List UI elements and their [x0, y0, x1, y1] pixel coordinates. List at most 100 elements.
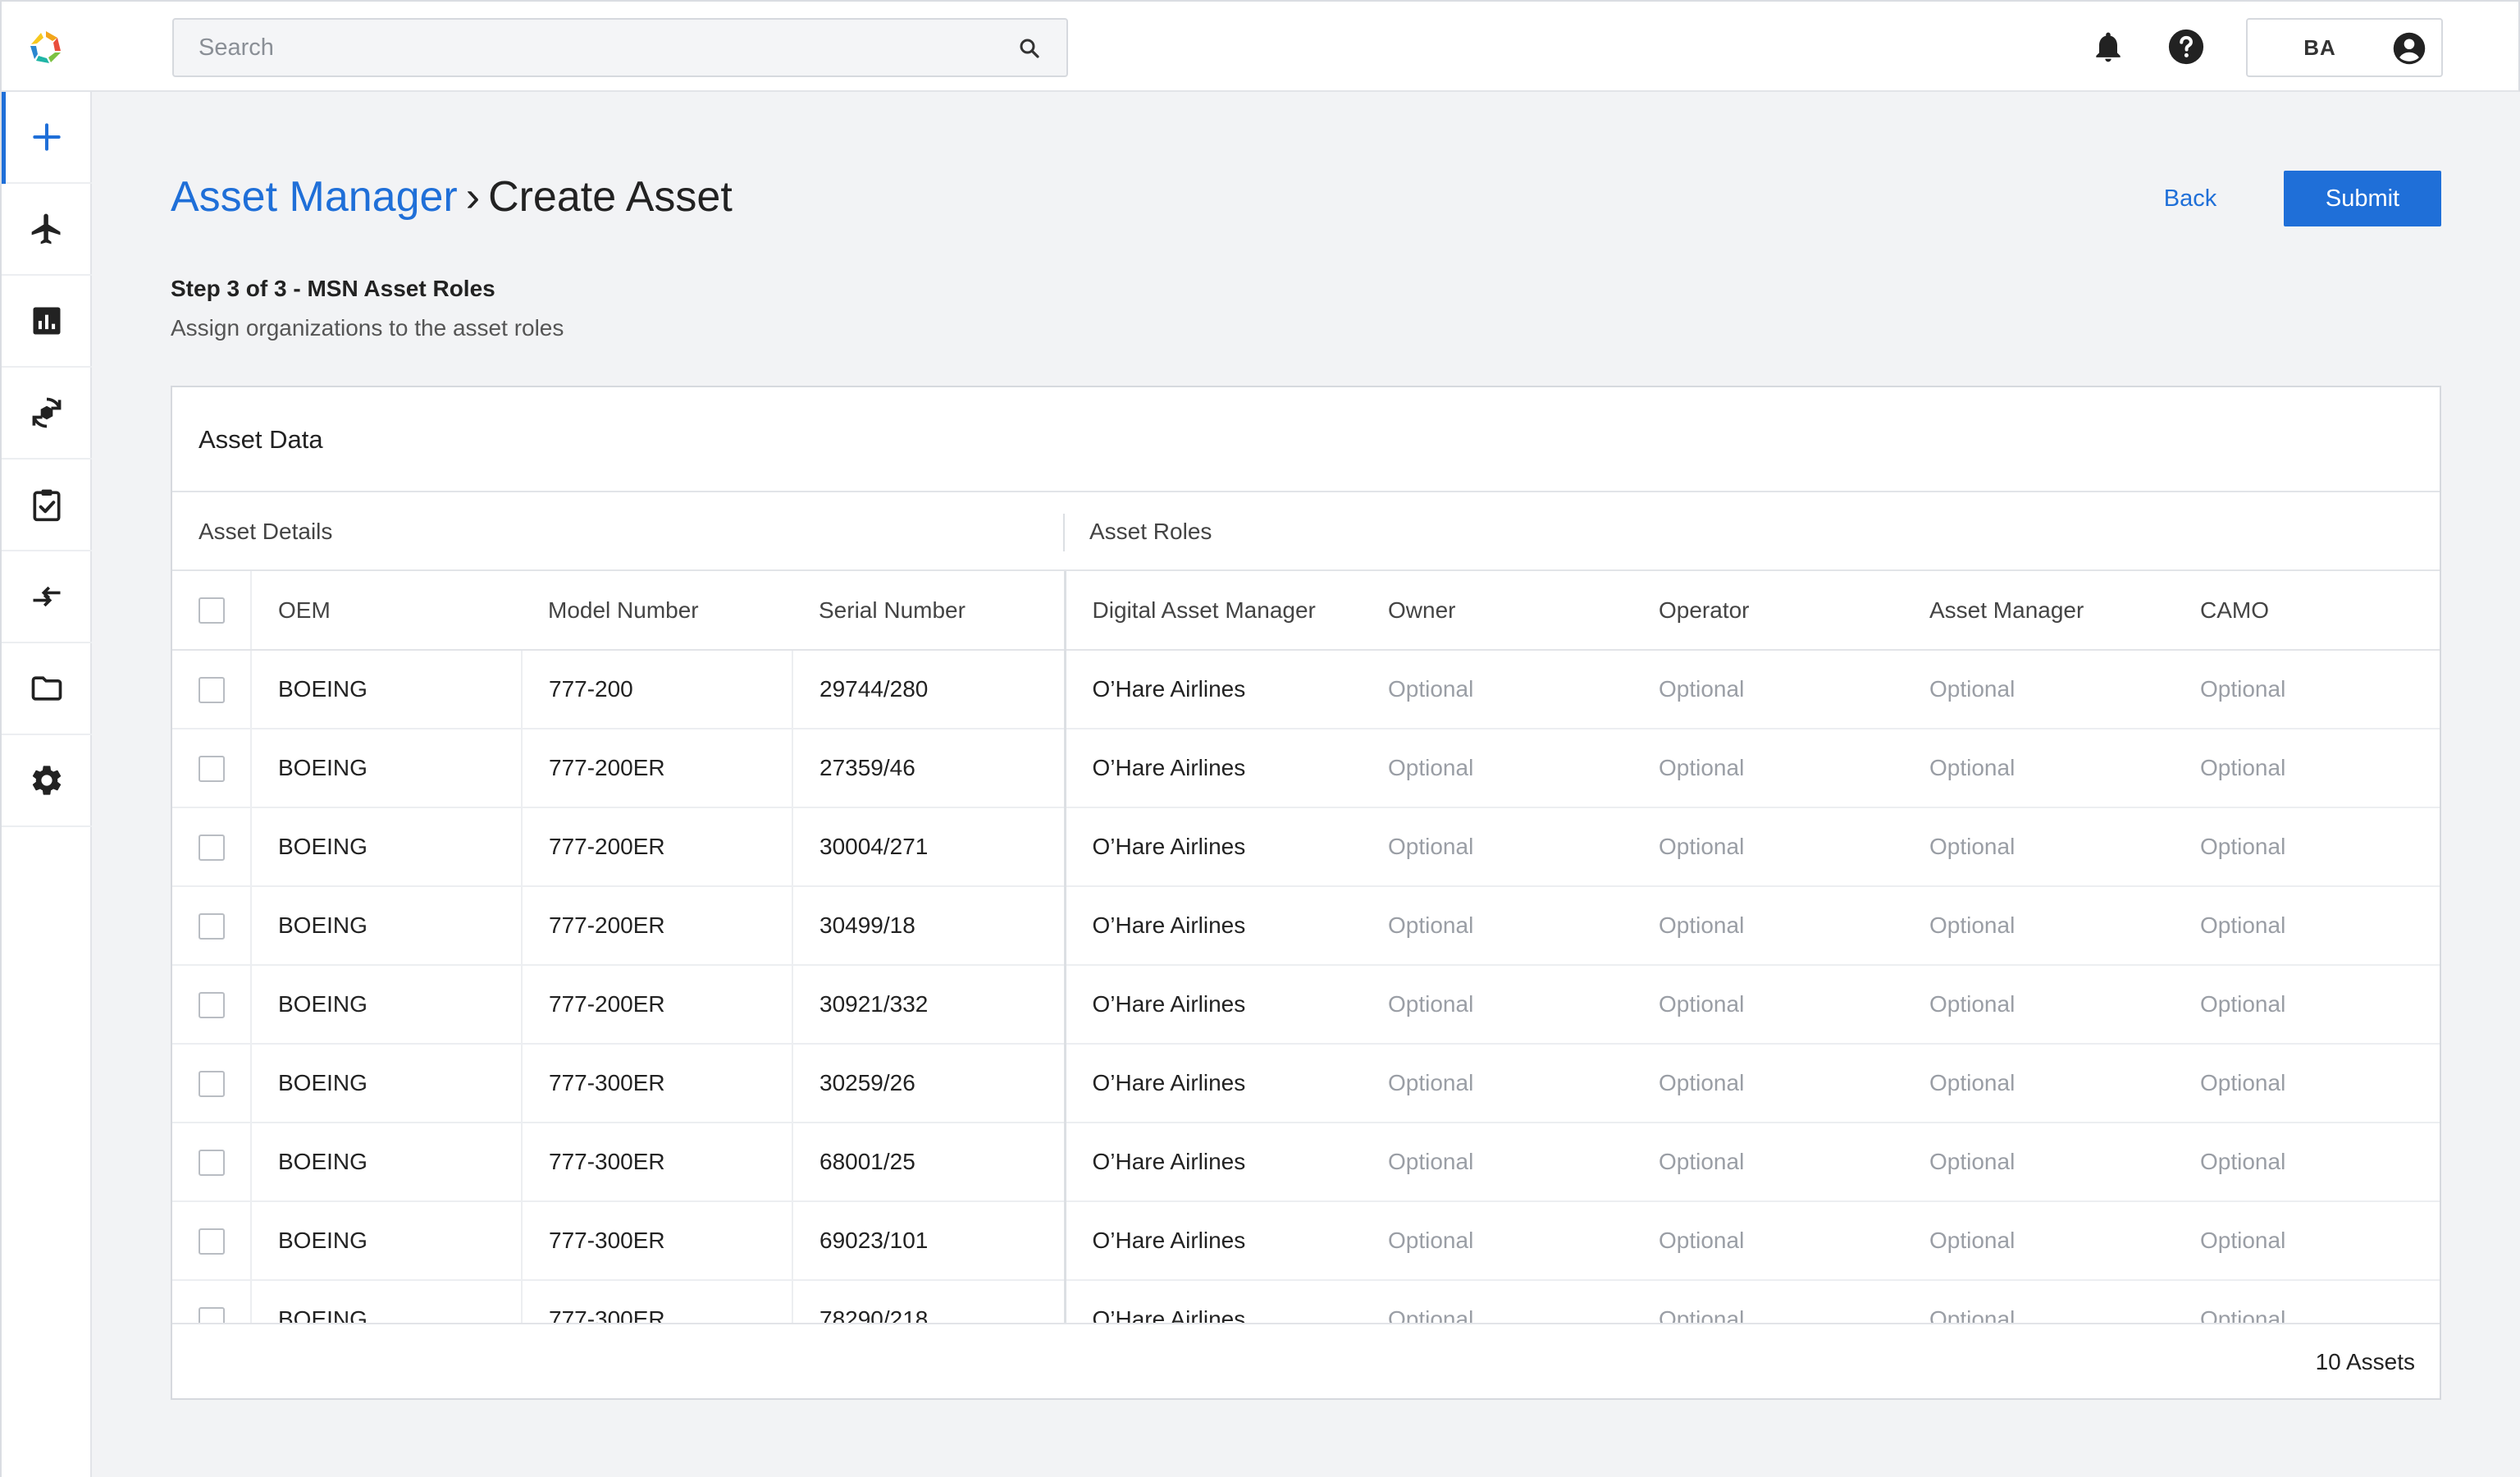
cell-camo[interactable]: Optional — [2174, 886, 2440, 966]
column-header-serial-number[interactable]: Serial Number — [792, 571, 1065, 651]
column-header-model-number[interactable]: Model Number — [522, 571, 792, 651]
sidebar-item-tasks[interactable] — [2, 460, 92, 551]
row-select-cell — [172, 1280, 252, 1323]
cell-asset-manager[interactable]: Optional — [1903, 650, 2174, 729]
select-all-checkbox[interactable] — [198, 597, 225, 624]
table-row[interactable]: BOEING 777-200 29744/280 O’Hare Airlines Opt… — [172, 650, 2440, 729]
row-checkbox[interactable] — [198, 1228, 225, 1255]
cell-digital-asset-manager[interactable]: O’Hare Airlines — [1063, 729, 1362, 808]
cell-camo[interactable]: Optional — [2174, 1044, 2440, 1123]
cell-camo[interactable]: Optional — [2174, 729, 2440, 808]
cell-digital-asset-manager[interactable]: O’Hare Airlines — [1063, 1123, 1362, 1202]
sidebar-item-documents[interactable] — [2, 643, 92, 735]
app-logo-icon[interactable] — [26, 28, 66, 67]
row-checkbox[interactable] — [198, 1306, 225, 1323]
cell-operator[interactable]: Optional — [1632, 807, 1903, 887]
cell-owner[interactable]: Optional — [1362, 1044, 1632, 1123]
user-menu[interactable]: BA — [2246, 18, 2443, 77]
cell-digital-asset-manager[interactable]: O’Hare Airlines — [1063, 965, 1362, 1045]
cell-owner[interactable]: Optional — [1362, 1201, 1632, 1281]
search-input[interactable] — [174, 20, 994, 75]
sidebar-item-create[interactable] — [2, 92, 92, 184]
column-header-oem[interactable]: OEM — [251, 571, 522, 651]
table-row[interactable]: BOEING 777-300ER 69023/101 O’Hare Airlines O… — [172, 1201, 2440, 1281]
cell-operator[interactable]: Optional — [1632, 965, 1903, 1045]
cell-owner[interactable]: Optional — [1362, 886, 1632, 966]
cell-operator[interactable]: Optional — [1632, 729, 1903, 808]
sidebar-item-parts-sync[interactable] — [2, 368, 92, 460]
cell-asset-manager[interactable]: Optional — [1903, 965, 2174, 1045]
cell-digital-asset-manager[interactable]: O’Hare Airlines — [1063, 1280, 1362, 1323]
cell-camo[interactable]: Optional — [2174, 807, 2440, 887]
row-checkbox[interactable] — [198, 912, 225, 940]
table-row[interactable]: BOEING 777-200ER 27359/46 O’Hare Airlines Op… — [172, 729, 2440, 808]
breadcrumb-asset-manager-link[interactable]: Asset Manager — [171, 173, 458, 221]
row-select-cell — [172, 1201, 252, 1281]
cell-operator[interactable]: Optional — [1632, 1280, 1903, 1323]
cell-camo[interactable]: Optional — [2174, 650, 2440, 729]
sidebar-item-transfers[interactable] — [2, 551, 92, 643]
column-header-operator[interactable]: Operator — [1632, 571, 1903, 651]
cell-asset-manager[interactable]: Optional — [1903, 1123, 2174, 1202]
table-row[interactable]: BOEING 777-200ER 30921/332 O’Hare Airlines O… — [172, 965, 2440, 1045]
notification-bell-icon[interactable] — [2090, 28, 2126, 66]
cell-asset-manager[interactable]: Optional — [1903, 807, 2174, 887]
cell-digital-asset-manager[interactable]: O’Hare Airlines — [1063, 807, 1362, 887]
table-row[interactable]: BOEING 777-200ER 30004/271 O’Hare Airlines O… — [172, 807, 2440, 887]
account-circle-icon — [2393, 32, 2426, 65]
row-select-cell — [172, 729, 252, 808]
column-header-camo[interactable]: CAMO — [2174, 571, 2440, 651]
cell-camo[interactable]: Optional — [2174, 1123, 2440, 1202]
row-checkbox[interactable] — [198, 1070, 225, 1097]
cell-camo[interactable]: Optional — [2174, 1280, 2440, 1323]
row-checkbox[interactable] — [198, 1149, 225, 1176]
cell-operator[interactable]: Optional — [1632, 886, 1903, 966]
cell-serial-number: 30921/332 — [792, 965, 1065, 1045]
cell-operator[interactable]: Optional — [1632, 1201, 1903, 1281]
row-checkbox[interactable] — [198, 676, 225, 703]
step-subtitle: Assign organizations to the asset roles — [171, 315, 564, 341]
gear-icon — [32, 766, 62, 795]
column-header-owner[interactable]: Owner — [1362, 571, 1632, 651]
cell-camo[interactable]: Optional — [2174, 1201, 2440, 1281]
cell-asset-manager[interactable]: Optional — [1903, 1044, 2174, 1123]
sidebar — [0, 92, 92, 1477]
cell-digital-asset-manager[interactable]: O’Hare Airlines — [1063, 886, 1362, 966]
row-checkbox[interactable] — [198, 991, 225, 1018]
cell-digital-asset-manager[interactable]: O’Hare Airlines — [1063, 1201, 1362, 1281]
row-checkbox[interactable] — [198, 834, 225, 861]
help-icon[interactable] — [2167, 28, 2205, 66]
column-group-header: Asset Details Asset Roles — [172, 492, 2440, 571]
column-header-asset-manager[interactable]: Asset Manager — [1903, 571, 2174, 651]
table-row[interactable]: BOEING 777-300ER 78290/218 O’Hare Airlines O… — [172, 1280, 2440, 1323]
cell-asset-manager[interactable]: Optional — [1903, 886, 2174, 966]
asset-table-scroll[interactable]: OEM Model Number Serial Number Digital A… — [172, 571, 2440, 1323]
cell-owner[interactable]: Optional — [1362, 650, 1632, 729]
sidebar-item-settings[interactable] — [2, 735, 92, 827]
cell-asset-manager[interactable]: Optional — [1903, 1280, 2174, 1323]
sidebar-item-aircraft[interactable] — [2, 184, 92, 276]
cell-owner[interactable]: Optional — [1362, 729, 1632, 808]
row-checkbox[interactable] — [198, 755, 225, 782]
table-row[interactable]: BOEING 777-300ER 30259/26 O’Hare Airlines Op… — [172, 1044, 2440, 1123]
back-button[interactable]: Back — [2141, 171, 2239, 226]
cell-owner[interactable]: Optional — [1362, 1280, 1632, 1323]
cell-asset-manager[interactable]: Optional — [1903, 729, 2174, 808]
cell-digital-asset-manager[interactable]: O’Hare Airlines — [1063, 1044, 1362, 1123]
table-row[interactable]: BOEING 777-200ER 30499/18 O’Hare Airlines Op… — [172, 886, 2440, 966]
cell-operator[interactable]: Optional — [1632, 1044, 1903, 1123]
cell-operator[interactable]: Optional — [1632, 650, 1903, 729]
submit-button[interactable]: Submit — [2284, 171, 2441, 226]
cell-owner[interactable]: Optional — [1362, 965, 1632, 1045]
cell-owner[interactable]: Optional — [1362, 1123, 1632, 1202]
search-icon[interactable] — [1017, 36, 1042, 61]
cell-digital-asset-manager[interactable]: O’Hare Airlines — [1063, 650, 1362, 729]
sidebar-item-analytics[interactable] — [2, 276, 92, 368]
cell-oem: BOEING — [251, 650, 523, 729]
cell-owner[interactable]: Optional — [1362, 807, 1632, 887]
cell-operator[interactable]: Optional — [1632, 1123, 1903, 1202]
cell-asset-manager[interactable]: Optional — [1903, 1201, 2174, 1281]
column-header-digital-asset-manager[interactable]: Digital Asset Manager — [1063, 571, 1362, 651]
table-row[interactable]: BOEING 777-300ER 68001/25 O’Hare Airlines Op… — [172, 1123, 2440, 1202]
cell-camo[interactable]: Optional — [2174, 965, 2440, 1045]
